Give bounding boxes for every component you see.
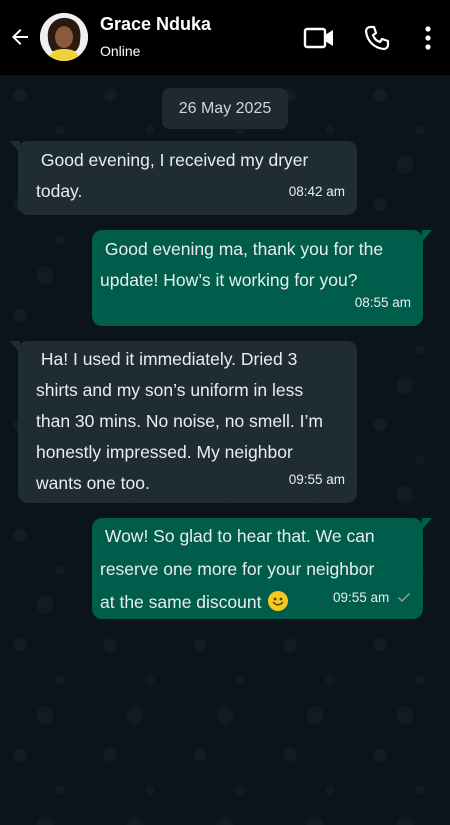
bubble-tail [10, 141, 20, 153]
message-time: 08:42 am [288, 184, 345, 199]
message-time: 08:55 am [354, 295, 411, 310]
message-bubble-incoming[interactable]: Good evening, I received my dryer today.… [10, 141, 357, 215]
avatar[interactable] [40, 13, 88, 61]
date-separator: 26 May 2025 [162, 88, 288, 129]
voice-call-icon[interactable] [363, 24, 391, 52]
more-options-icon[interactable] [420, 24, 436, 52]
message-time: 09:55 am [288, 472, 345, 487]
smiling-face-emoji [268, 591, 289, 611]
message-time: 09:55 am [332, 590, 390, 605]
bubble-tail [422, 230, 432, 242]
message-meta: 09:55 am [333, 582, 411, 613]
message-bubble-outgoing[interactable]: Wow! So glad to hear that. We can reserv… [92, 518, 432, 619]
bubble-tail [10, 341, 20, 353]
contact-name[interactable]: Grace Nduka [100, 14, 211, 35]
bubble-tail [422, 518, 432, 530]
contact-status: Online [100, 43, 141, 59]
single-check-icon [398, 593, 410, 602]
back-arrow-icon[interactable] [8, 25, 32, 49]
video-call-icon[interactable] [303, 24, 335, 52]
chat-header: Grace Nduka Online [0, 0, 450, 75]
message-bubble-incoming[interactable]: Ha! I used it immediately. Dried 3 shirt… [10, 341, 357, 503]
message-bubble-outgoing[interactable]: Good evening ma, thank you for the updat… [92, 230, 432, 326]
